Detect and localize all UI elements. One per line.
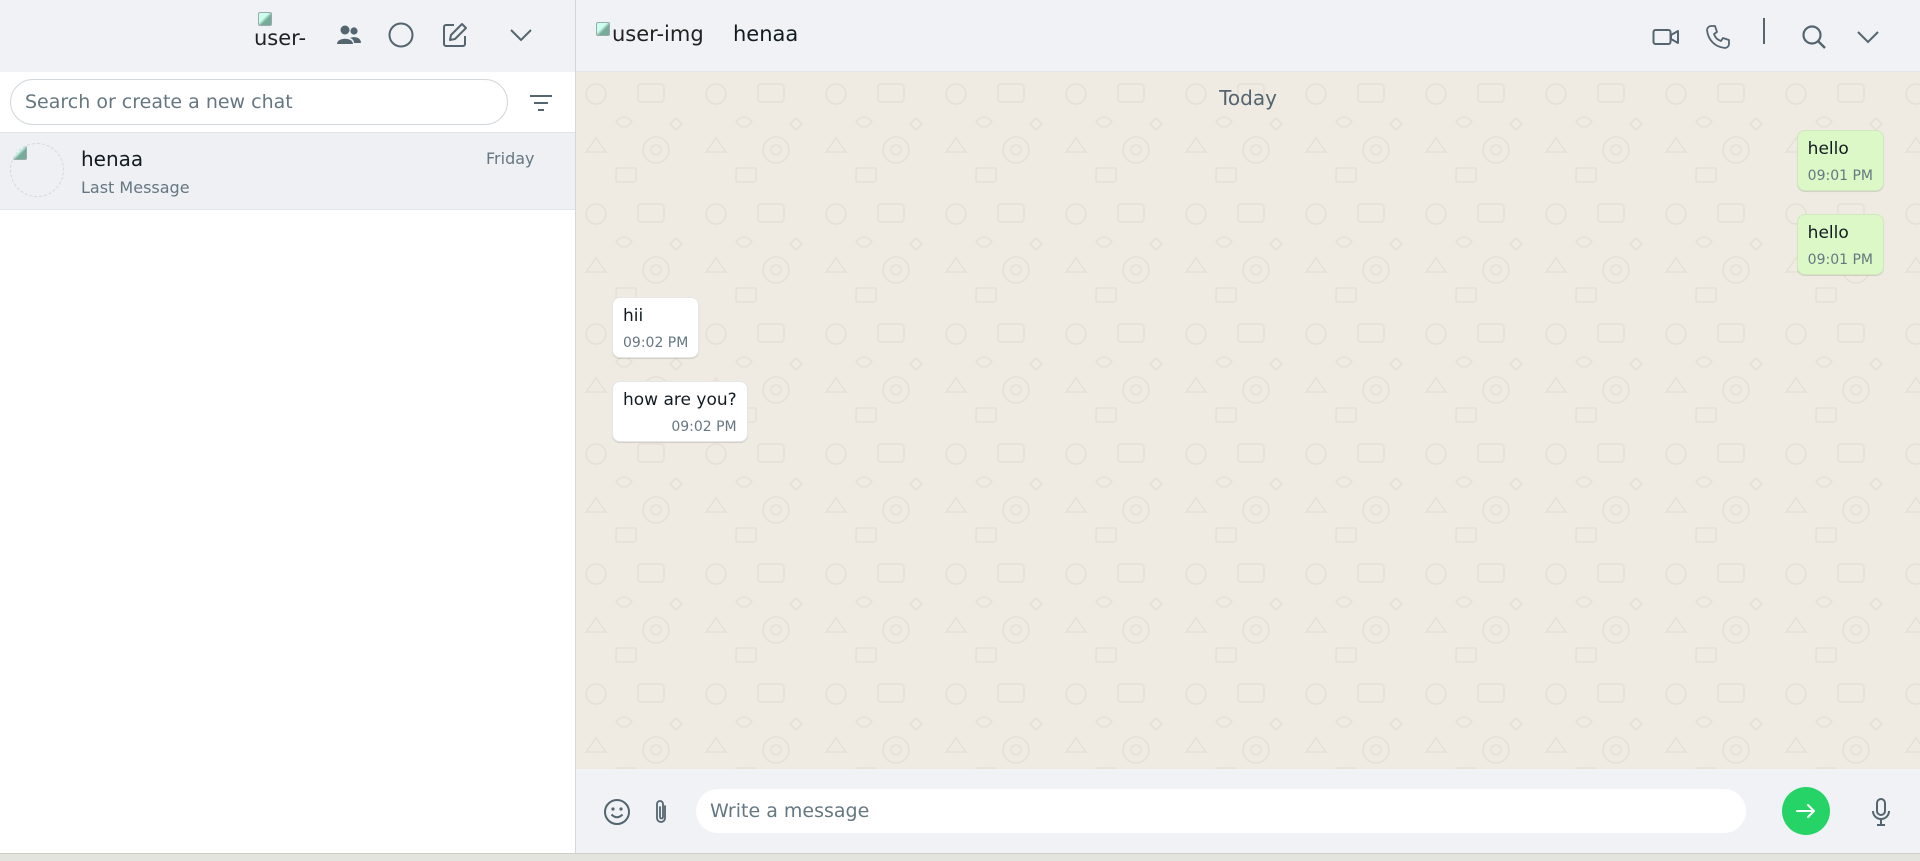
app-window: user- Search or create a new chat henaa … (0, 0, 1920, 853)
attach-icon[interactable] (644, 795, 678, 829)
voice-call-icon[interactable] (1702, 21, 1734, 53)
chat-list-empty-area (0, 210, 575, 853)
send-icon (1796, 804, 1815, 818)
new-chat-icon[interactable] (440, 20, 470, 50)
search-input[interactable] (25, 91, 507, 113)
header-divider (1763, 18, 1765, 44)
message-text: how are you? (623, 390, 737, 410)
filter-icon[interactable] (526, 88, 556, 118)
chat-last-message: Last Message (81, 178, 190, 197)
message-input-wrapper (696, 789, 1746, 833)
contact-avatar-alt-text: user-img (612, 22, 704, 46)
emoji-icon[interactable] (600, 795, 634, 829)
chat-time: Friday (486, 149, 535, 168)
microphone-icon[interactable] (1864, 795, 1898, 829)
search-row (0, 72, 575, 132)
menu-chevron-icon[interactable] (506, 20, 536, 50)
message-time: 09:01 PM (1807, 252, 1873, 268)
my-avatar-alt-text: user- (254, 26, 307, 50)
conversation-header[interactable]: user-img henaa (576, 0, 1920, 72)
send-button[interactable] (1782, 787, 1830, 835)
community-icon[interactable] (334, 20, 364, 50)
chat-list-item[interactable]: henaa Last Message Friday (0, 132, 575, 210)
message-area[interactable]: Today hello 09:01 PM hello 09:01 PM hii … (576, 72, 1920, 769)
sidebar-header: user- (0, 0, 575, 72)
chat-avatar (10, 143, 64, 197)
message-time: 09:02 PM (671, 419, 737, 435)
my-avatar[interactable]: user- (254, 12, 308, 54)
search-box (10, 79, 508, 125)
message-text: hello (1807, 139, 1849, 159)
message-bubble-outgoing[interactable]: hello 09:01 PM (1796, 130, 1884, 191)
sidebar: user- Search or create a new chat henaa … (0, 0, 576, 853)
message-composer (576, 769, 1920, 853)
message-time: 09:02 PM (623, 335, 689, 351)
chat-name: henaa (81, 147, 144, 171)
menu-chevron-icon[interactable] (1852, 21, 1884, 53)
broken-image-icon (258, 12, 272, 26)
broken-image-icon (13, 146, 27, 160)
message-bubble-outgoing[interactable]: hello 09:01 PM (1796, 214, 1884, 275)
contact-avatar[interactable]: user-img (596, 22, 706, 46)
message-bubble-incoming[interactable]: hii 09:02 PM (612, 297, 700, 358)
window-bottom-edge (0, 853, 1920, 861)
conversation-panel: user-img henaa Today hello 09:01 PM hell… (576, 0, 1920, 853)
video-call-icon[interactable] (1650, 21, 1682, 53)
broken-image-icon (596, 22, 610, 36)
message-text: hello (1807, 223, 1849, 243)
message-text: hii (623, 306, 644, 326)
message-time: 09:01 PM (1807, 168, 1873, 184)
chat-wallpaper (576, 72, 1920, 769)
contact-name: henaa (733, 22, 799, 46)
day-separator: Today (1219, 86, 1277, 110)
search-icon[interactable] (1798, 21, 1830, 53)
message-bubble-incoming[interactable]: how are you? 09:02 PM (612, 381, 748, 442)
status-icon[interactable] (386, 20, 416, 50)
message-input[interactable] (710, 800, 1746, 822)
